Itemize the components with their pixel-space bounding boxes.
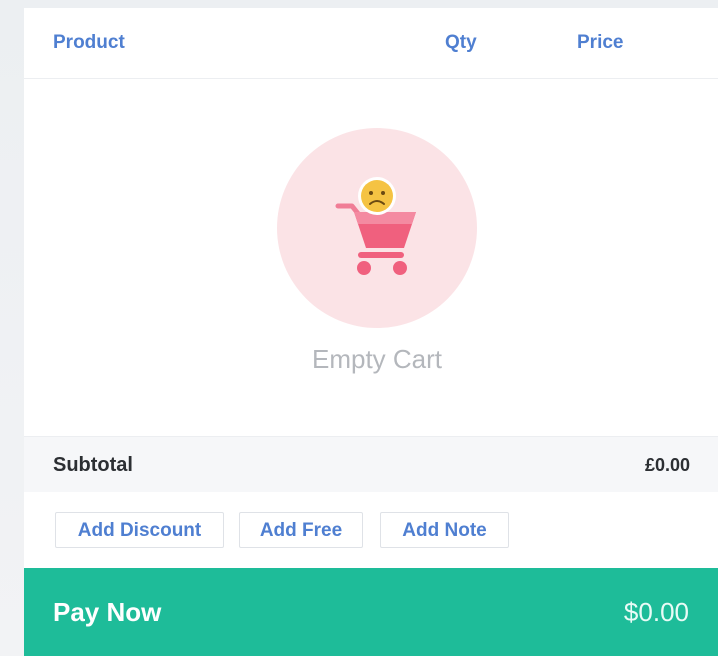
add-free-button[interactable]: Add Free — [239, 512, 363, 548]
subtotal-row: Subtotal £0.00 — [24, 436, 718, 494]
column-header-price: Price — [577, 32, 624, 53]
sad-shopping-cart-icon — [335, 177, 416, 275]
empty-cart-illustration — [277, 128, 477, 328]
screen-background: Product Qty Price Empty Cart Subtotal £0… — [0, 0, 718, 656]
subtotal-value: £0.00 — [644, 455, 690, 475]
cart-table-header: Product Qty Price — [24, 8, 718, 79]
cart-panel: Product Qty Price Empty Cart Subtotal £0… — [24, 8, 718, 656]
empty-cart-message: Empty Cart — [311, 344, 443, 374]
pay-now-label: Pay Now — [53, 597, 162, 627]
add-discount-button[interactable]: Add Discount — [55, 512, 224, 548]
column-header-qty: Qty — [445, 32, 477, 53]
pay-now-button[interactable]: Pay Now $0.00 — [24, 568, 718, 656]
pay-now-total: $0.00 — [623, 597, 689, 627]
cart-actions: Add Discount Add Free Add Note — [24, 492, 718, 568]
column-header-product: Product — [53, 32, 125, 53]
add-note-button[interactable]: Add Note — [380, 512, 509, 548]
subtotal-label: Subtotal — [53, 454, 133, 476]
